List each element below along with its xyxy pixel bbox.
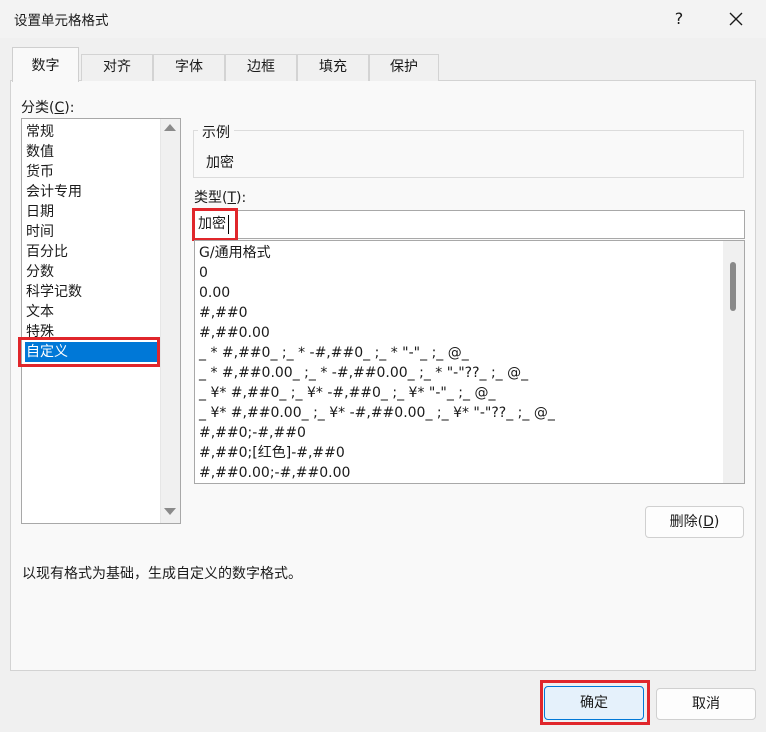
category-item-general[interactable]: 常规 bbox=[25, 122, 158, 142]
scroll-down-icon[interactable] bbox=[164, 508, 176, 515]
close-button[interactable] bbox=[722, 5, 750, 33]
type-input-highlight-box bbox=[192, 208, 238, 241]
category-item-currency[interactable]: 货币 bbox=[25, 162, 158, 182]
category-item-fraction[interactable]: 分数 bbox=[25, 262, 158, 282]
category-item-date[interactable]: 日期 bbox=[25, 202, 158, 222]
type-label: 类型(T): bbox=[194, 190, 247, 206]
category-label: 分类(C): bbox=[21, 100, 75, 116]
tab-protection[interactable]: 保护 bbox=[369, 54, 439, 81]
category-scrollbar[interactable] bbox=[160, 119, 180, 523]
format-scrollbar-thumb[interactable] bbox=[730, 262, 736, 311]
category-list[interactable]: 常规 数值 货币 会计专用 日期 时间 百分比 分数 科学记数 文本 特殊 自定… bbox=[21, 118, 181, 524]
description-text: 以现有格式为基础，生成自定义的数字格式。 bbox=[22, 566, 302, 582]
tab-alignment[interactable]: 对齐 bbox=[81, 54, 153, 81]
close-icon bbox=[729, 12, 743, 26]
dialog-title: 设置单元格格式 bbox=[14, 13, 109, 29]
ok-highlight-box bbox=[540, 680, 650, 725]
sample-title: 示例 bbox=[198, 122, 234, 142]
scroll-up-icon[interactable] bbox=[164, 124, 176, 131]
format-item[interactable]: _ * #,##0.00_ ;_ * -#,##0.00_ ;_ * "-"??… bbox=[199, 363, 528, 383]
format-item[interactable]: #,##0.00 bbox=[199, 323, 270, 343]
format-item[interactable]: #,##0;[红色]-#,##0 bbox=[199, 443, 345, 463]
format-item[interactable]: _ ¥* #,##0.00_ ;_ ¥* -#,##0.00_ ;_ ¥* "-… bbox=[199, 403, 555, 423]
format-item[interactable]: #,##0.00;-#,##0.00 bbox=[199, 463, 350, 483]
format-item[interactable]: _ * #,##0_ ;_ * -#,##0_ ;_ * "-"_ ;_ @_ bbox=[199, 343, 469, 363]
category-item-scientific[interactable]: 科学记数 bbox=[25, 282, 158, 302]
delete-button[interactable]: 删除(D) bbox=[645, 506, 744, 538]
tab-font[interactable]: 字体 bbox=[153, 54, 225, 81]
category-item-percentage[interactable]: 百分比 bbox=[25, 242, 158, 262]
custom-highlight-box bbox=[18, 337, 160, 367]
help-button[interactable]: ? bbox=[668, 7, 690, 31]
format-item[interactable]: #,##0;-#,##0 bbox=[199, 423, 306, 443]
category-item-text[interactable]: 文本 bbox=[25, 302, 158, 322]
title-bar bbox=[0, 0, 766, 38]
category-item-accounting[interactable]: 会计专用 bbox=[25, 182, 158, 202]
category-item-number[interactable]: 数值 bbox=[25, 142, 158, 162]
type-input[interactable]: 加密 bbox=[194, 210, 745, 239]
category-item-time[interactable]: 时间 bbox=[25, 222, 158, 242]
cancel-button[interactable]: 取消 bbox=[656, 688, 756, 720]
sample-group bbox=[193, 130, 744, 178]
tab-fill[interactable]: 填充 bbox=[297, 54, 369, 81]
format-list[interactable]: G/通用格式 0 0.00 #,##0 #,##0.00 _ * #,##0_ … bbox=[194, 240, 745, 484]
tab-border[interactable]: 边框 bbox=[225, 54, 297, 81]
format-item[interactable]: _ ¥* #,##0_ ;_ ¥* -#,##0_ ;_ ¥* "-"_ ;_ … bbox=[199, 383, 495, 403]
format-item[interactable]: 0 bbox=[199, 263, 208, 283]
tab-number[interactable]: 数字 bbox=[12, 47, 79, 82]
format-item[interactable]: G/通用格式 bbox=[199, 243, 271, 263]
format-item[interactable]: 0.00 bbox=[199, 283, 230, 303]
format-item[interactable]: #,##0 bbox=[199, 303, 248, 323]
sample-value: 加密 bbox=[206, 155, 234, 171]
